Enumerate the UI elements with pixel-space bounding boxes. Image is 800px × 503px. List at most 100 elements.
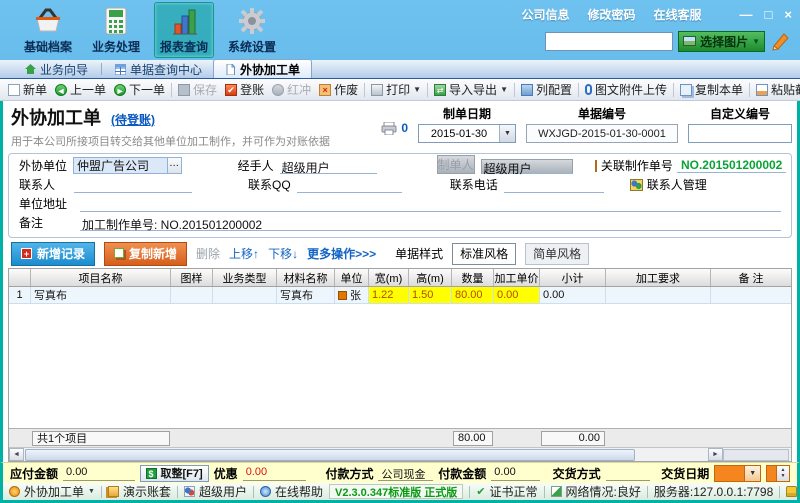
contacts-manager-group[interactable]: 联系人管理 [630,176,707,193]
horizontal-scrollbar[interactable]: ◄ ► [9,447,791,461]
post-icon: ✔ [225,84,237,96]
col-header[interactable]: 小计 [540,269,606,286]
spinner-buttons[interactable]: ▲▼ [776,466,789,481]
nav-reports[interactable]: 报表查询 [154,2,214,58]
close-button[interactable]: × [784,8,792,21]
tab-doc-query-center[interactable]: 单据查询中心 [104,61,213,78]
col-header[interactable]: 单位 [335,269,369,286]
handler-input[interactable]: 超级用户 [280,159,377,174]
related-order-link[interactable]: NO.201501200002 [677,158,786,173]
outsource-unit-picker[interactable]: 仲盟广告公司 … [73,157,182,174]
cell-requirement[interactable] [606,287,711,303]
pick-image-button[interactable]: 选择图片 ▼ [678,31,765,52]
paste-screenshot-button[interactable]: 粘贴截图 [752,80,800,99]
custom-number-input[interactable] [688,124,792,143]
copy-doc-button[interactable]: 复制本单 [676,80,747,99]
table-row[interactable]: 1 写真布 写真布 张 1.22 1.50 80.00 0.00 0.00 [9,287,791,304]
next-doc-button[interactable]: ►下一单 [110,80,169,99]
pay-method-input[interactable]: 公司现金 [378,466,433,481]
col-header[interactable]: 项目名称 [31,269,171,286]
col-header[interactable]: 材料名称 [277,269,335,286]
browse-button[interactable]: … [167,158,181,173]
col-header[interactable]: 备 注 [711,269,791,286]
move-up-button[interactable]: 上移↑ [229,245,259,262]
image-path-input[interactable] [545,32,673,51]
red-flush-button[interactable]: 红冲 [268,80,315,99]
nav-business[interactable]: 业务处理 [86,2,146,58]
chevron-down-icon[interactable]: ▼ [499,125,515,142]
cell-unit[interactable]: 张 [335,287,369,303]
delivery-method-input[interactable] [606,466,651,481]
cell-name[interactable]: 写真布 [31,287,171,303]
cell-height[interactable]: 1.50 [409,287,452,303]
cell-remark[interactable] [711,287,791,303]
style-standard-button[interactable]: 标准风格 [452,243,516,265]
network-status: 网络情况:良好 [551,483,641,500]
contact-input[interactable] [74,178,192,193]
online-help-item[interactable]: 在线帮助 [260,483,323,500]
attachment-upload-button[interactable]: 图文附件上传 [581,80,671,99]
cell-price[interactable]: 0.00 [494,287,540,303]
col-header[interactable]: 加工要求 [606,269,711,286]
cell-qty[interactable]: 80.00 [452,287,494,303]
change-password-link[interactable]: 修改密码 [588,6,636,23]
discount-input[interactable]: 0.00 [243,466,307,481]
pay-method-label: 付款方式 [325,465,373,482]
cell-width[interactable]: 1.22 [369,287,409,303]
nav-settings[interactable]: 系统设置 [222,2,282,58]
tab-business-wizard[interactable]: 业务向导 [14,61,99,78]
scroll-left-button[interactable]: ◄ [9,448,24,461]
scrollbar-thumb[interactable] [25,449,635,461]
contacts-manager-link[interactable]: 联系人管理 [647,176,707,193]
new-doc-button[interactable]: 新单 [4,80,51,99]
save-button[interactable]: 保存 [174,80,221,99]
scrollbar-split-box[interactable] [723,449,789,461]
column-config-button[interactable]: 列配置 [517,80,576,99]
more-actions-button[interactable]: 更多操作>>> [307,245,376,262]
add-row-button[interactable]: +新增记录 [11,242,95,266]
col-header[interactable]: 高(m) [409,269,452,286]
address-input[interactable] [80,197,781,212]
print-button[interactable]: 打印▼ [367,80,425,99]
delivery-date-combo[interactable]: ▼ [714,465,761,482]
online-service-link[interactable]: 在线客服 [654,6,702,23]
maximize-button[interactable]: □ [765,8,773,21]
phone-input[interactable] [504,178,604,193]
lock-screen-button[interactable]: 锁 屏 [786,483,800,500]
doc-type-menu[interactable]: 外协加工单 ▼ [9,483,95,500]
current-user-item[interactable]: 超级用户 [184,483,247,500]
round-button[interactable]: $取整[F7] [140,465,209,482]
prev-doc-button[interactable]: ◄上一单 [51,80,110,99]
void-button[interactable]: ×作废 [315,80,362,99]
move-down-button[interactable]: 下移↓ [268,245,298,262]
note-input[interactable]: 加工制作单号: NO.201501200002 [80,216,781,231]
qq-input[interactable] [297,178,402,193]
print-count-button[interactable]: 0 [381,105,408,135]
cell-material[interactable]: 写真布 [277,287,335,303]
col-header[interactable]: 数量 [452,269,494,286]
import-export-button[interactable]: ⇄导入导出▼ [430,80,512,99]
status-link[interactable]: (待登账) [111,111,155,128]
minimize-button[interactable]: — [740,8,753,21]
horn-icon[interactable] [770,30,792,52]
chevron-down-icon[interactable]: ▼ [744,466,760,481]
delivery-time-spinner[interactable]: ▲▼ [766,465,790,482]
col-header[interactable]: 加工单价 [494,269,540,286]
delete-row-button[interactable]: 删除 [196,245,220,262]
make-date-combo[interactable]: 2015-01-30 ▼ [418,124,516,143]
tab-outsource-order[interactable]: 外协加工单 [213,59,312,78]
col-header[interactable]: 业务类型 [213,269,277,286]
col-header[interactable]: 宽(m) [369,269,409,286]
cell-sample[interactable] [171,287,213,303]
col-header[interactable]: 图样 [171,269,213,286]
scroll-right-button[interactable]: ► [708,448,723,461]
nav-basic-files[interactable]: 基础档案 [18,2,78,58]
post-button[interactable]: ✔登账 [221,80,268,99]
style-simple-button[interactable]: 简单风格 [525,243,589,265]
copy-row-button[interactable]: 复制新增 [104,242,187,266]
payable-input[interactable]: 0.00 [63,466,134,481]
paid-input[interactable]: 0.00 [491,466,539,481]
company-info-link[interactable]: 公司信息 [522,6,570,23]
cell-biz-type[interactable] [213,287,277,303]
account-set-item[interactable]: 演示账套 [108,483,171,500]
